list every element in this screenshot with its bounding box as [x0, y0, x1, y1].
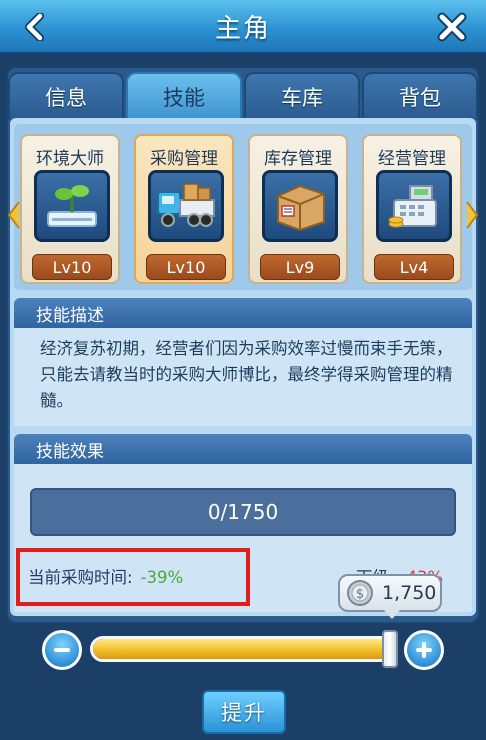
cost-amount: 1,750 — [382, 582, 437, 604]
decrease-button[interactable] — [42, 630, 82, 670]
svg-text:$: $ — [356, 587, 364, 602]
skill-card-purchasing[interactable]: 采购管理 Lv10 — [134, 134, 234, 284]
highlight-box — [16, 548, 250, 606]
tab-bar: 信息 技能 车库 背包 — [6, 72, 480, 120]
skill-card-business[interactable]: 经营管理 Lv4 — [362, 134, 462, 284]
plus-icon — [416, 642, 432, 658]
experience-progress: 0/1750 — [30, 488, 456, 536]
cost-tooltip: $ 1,750 — [338, 574, 442, 619]
truck-icon — [148, 170, 224, 242]
upgrade-button[interactable]: 提升 — [202, 690, 286, 734]
effect-heading: 技能效果 — [14, 434, 472, 464]
skill-level: Lv9 — [260, 254, 340, 280]
skill-level: Lv4 — [374, 254, 454, 280]
slider-handle[interactable] — [382, 630, 398, 668]
close-icon — [437, 12, 467, 42]
tab-skills[interactable]: 技能 — [126, 72, 242, 120]
tab-backpack[interactable]: 背包 — [362, 72, 478, 120]
cash-register-icon — [376, 170, 452, 242]
header-bar: 主角 — [0, 0, 486, 54]
box-icon — [262, 170, 338, 242]
tab-info[interactable]: 信息 — [8, 72, 124, 120]
tooltip-tail — [384, 610, 400, 619]
skill-level: Lv10 — [32, 254, 112, 280]
skill-card-inventory[interactable]: 库存管理 Lv9 — [248, 134, 348, 284]
silver-coin-icon: $ — [347, 580, 373, 606]
skill-name: 经营管理 — [378, 149, 446, 169]
level-slider[interactable] — [90, 636, 398, 662]
back-button[interactable] — [16, 10, 52, 44]
skill-name: 环境大师 — [36, 149, 104, 169]
skill-level: Lv10 — [146, 254, 226, 280]
skill-name: 采购管理 — [150, 149, 218, 169]
skill-card-environment[interactable]: 环境大师 Lv10 — [20, 134, 120, 284]
close-button[interactable] — [434, 10, 470, 44]
increase-button[interactable] — [404, 630, 444, 670]
skill-name: 库存管理 — [264, 149, 332, 169]
chevron-left-icon — [25, 13, 44, 41]
description-text: 经济复苏初期，经营者们因为采购效率过慢而束手无策，只能去请教当时的采购大师博比，… — [40, 339, 453, 410]
description-body: 经济复苏初期，经营者们因为采购效率过慢而束手无策，只能去请教当时的采购大师博比，… — [14, 328, 472, 426]
page-title: 主角 — [214, 13, 271, 44]
chevron-right-icon[interactable] — [464, 200, 480, 230]
slider-fill — [93, 639, 395, 659]
plant-icon — [34, 170, 110, 242]
tab-garage[interactable]: 车库 — [244, 72, 360, 120]
minus-icon — [54, 648, 70, 652]
description-heading: 技能描述 — [14, 298, 472, 328]
